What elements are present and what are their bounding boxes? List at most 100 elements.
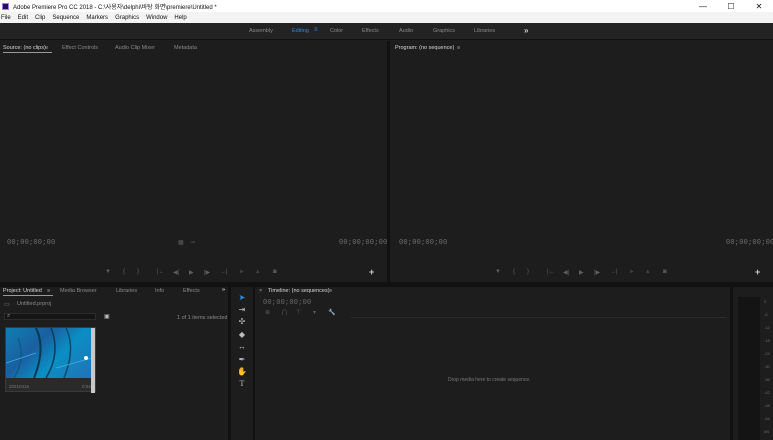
maximize-button[interactable]: ☐ (717, 0, 745, 12)
fit-icon[interactable]: ▦ (178, 239, 184, 246)
source-add-button[interactable]: + (369, 267, 374, 277)
meter-tick: -42 (764, 390, 770, 395)
active-tab-indicator (3, 52, 52, 53)
timeline-timecode[interactable]: 00;00;00;00 (263, 299, 311, 307)
step-forward-icon[interactable]: |▶ (204, 269, 210, 276)
slip-tool-icon[interactable]: ↔ (237, 342, 247, 351)
go-to-out-icon[interactable]: →| (220, 269, 228, 275)
menu-sequence[interactable]: Sequence (52, 15, 79, 21)
project-tabs-overflow-icon[interactable]: » (222, 287, 225, 293)
menu-edit[interactable]: Edit (18, 15, 28, 21)
program-tab-menu-icon[interactable]: ≡ (457, 45, 460, 51)
timeline-settings-icon[interactable]: 🔧 (328, 309, 335, 316)
add-marker-icon[interactable]: ▼ (495, 269, 501, 275)
step-forward-icon[interactable]: |▶ (594, 269, 600, 276)
export-frame-icon[interactable]: ◙ (663, 269, 667, 275)
tab-source[interactable]: Source: (no clips) (3, 45, 46, 51)
tab-media-browser[interactable]: Media Browser (60, 288, 97, 294)
tab-libraries[interactable]: Libraries (116, 288, 137, 294)
new-bin-icon[interactable]: ▣ (104, 313, 110, 320)
tab-effects[interactable]: Effects (183, 288, 200, 294)
mark-out-icon[interactable]: } (137, 269, 139, 275)
lift-icon[interactable]: ⫸ (630, 269, 633, 276)
workspace-graphics[interactable]: Graphics (433, 28, 455, 34)
track-select-tool-icon[interactable]: ⇥ (237, 305, 247, 314)
meter-tick: -24 (764, 351, 770, 356)
tab-timeline[interactable]: Timeline: (no sequences) (268, 288, 330, 294)
project-tab-menu-icon[interactable]: ≡ (47, 288, 50, 294)
close-button[interactable]: ✕ (745, 0, 773, 12)
meter-tick: dB (764, 429, 769, 434)
tab-metadata[interactable]: Metadata (174, 45, 197, 51)
mark-in-icon[interactable]: { (513, 269, 515, 275)
extract-icon[interactable]: ⩓ (646, 269, 649, 276)
meter-tick: -30 (764, 364, 770, 369)
go-to-out-icon[interactable]: →| (610, 269, 618, 275)
program-monitor-panel: Program: (no sequence) ≡ 00;00;00;00 00;… (390, 41, 773, 282)
title-bar: Adobe Premiere Pro CC 2018 - C:\사용자\delp… (0, 0, 773, 12)
go-to-in-icon[interactable]: |← (547, 269, 555, 275)
tab-project[interactable]: Project: Untitled (3, 288, 42, 294)
type-tool-icon[interactable]: T (237, 379, 247, 388)
project-search-input[interactable]: ⌕ (4, 313, 96, 320)
menu-help[interactable]: Help (174, 15, 186, 21)
window-controls: — ☐ ✕ (689, 0, 773, 12)
timeline-tab-menu-icon[interactable]: ≡ (329, 288, 332, 294)
play-icon[interactable]: ▶ (579, 269, 584, 276)
window-title: Adobe Premiere Pro CC 2018 - C:\사용자\delp… (13, 4, 217, 11)
tab-effect-controls[interactable]: Effect Controls (62, 45, 98, 51)
project-file-name: Untitled.prproj (17, 301, 52, 307)
workspace-libraries[interactable]: Libraries (474, 28, 495, 34)
mark-in-icon[interactable]: { (123, 269, 125, 275)
timeline-close-icon[interactable]: × (259, 288, 262, 294)
timeline-panel: × Timeline: (no sequences) ≡ 00;00;00;00… (255, 287, 730, 440)
premiere-app-icon (2, 2, 9, 10)
minimize-button[interactable]: — (689, 0, 717, 12)
razor-tool-icon[interactable]: ◆ (237, 330, 247, 339)
tab-program[interactable]: Program: (no sequence) (395, 45, 454, 51)
step-back-icon[interactable]: ◀| (563, 269, 569, 276)
wrench-icon[interactable]: ⊸ (190, 239, 195, 246)
program-timecode-left[interactable]: 00;00;00;00 (399, 239, 447, 247)
clip-preview-image (6, 328, 92, 378)
add-marker-icon[interactable]: ▼ (105, 269, 111, 275)
program-timecode-right: 00;00;00;00 (726, 239, 773, 247)
mark-out-icon[interactable]: } (527, 269, 529, 275)
meter-tick: -36 (764, 377, 770, 382)
clip-thumbnail[interactable]: 20210415 0:04 (5, 327, 96, 393)
tab-audio-clip-mixer[interactable]: Audio Clip Mixer (115, 45, 155, 51)
source-tab-menu-icon[interactable]: ≡ (45, 45, 48, 51)
export-frame-icon[interactable]: ◙ (273, 269, 277, 275)
tab-info[interactable]: Info (155, 288, 164, 294)
step-back-icon[interactable]: ◀| (173, 269, 179, 276)
menu-graphics[interactable]: Graphics (115, 15, 139, 21)
source-timecode-left[interactable]: 00;00;00;00 (7, 239, 55, 247)
program-add-button[interactable]: + (755, 267, 760, 277)
workspace-effects[interactable]: Effects (362, 28, 379, 34)
menu-markers[interactable]: Markers (86, 15, 108, 21)
menu-window[interactable]: Window (146, 15, 167, 21)
workspace-assembly[interactable]: Assembly (249, 28, 273, 34)
play-icon[interactable]: ▶ (189, 269, 194, 276)
timeline-drop-message: Drop media here to create sequence. (448, 377, 531, 383)
insert-icon[interactable]: ⫸ (240, 269, 243, 276)
selection-tool-icon[interactable]: ➤ (237, 293, 247, 302)
workspaces-overflow-icon[interactable]: » (524, 26, 528, 35)
workspace-audio[interactable]: Audio (399, 28, 413, 34)
workspace-menu-icon[interactable]: ≡ (314, 27, 318, 33)
add-marker-icon[interactable]: ▾ (313, 309, 316, 316)
menu-clip[interactable]: Clip (35, 15, 45, 21)
workspace-color[interactable]: Color (330, 28, 343, 34)
pen-tool-icon[interactable]: ✒ (237, 355, 247, 364)
go-to-in-icon[interactable]: |← (157, 269, 165, 275)
menu-file[interactable]: File (1, 15, 11, 21)
snap-icon[interactable]: ⋂ (282, 309, 287, 316)
ripple-edit-tool-icon[interactable]: ✣ (237, 317, 247, 326)
overwrite-icon[interactable]: ⩓ (256, 269, 259, 276)
linked-selection-icon[interactable]: ⊤ (296, 309, 301, 316)
search-icon: ⌕ (7, 313, 11, 319)
nest-icon[interactable]: ⊕ (265, 309, 270, 316)
hand-tool-icon[interactable]: ✋ (237, 367, 247, 376)
workspace-editing[interactable]: Editing (292, 28, 309, 34)
clip-scrub-handle[interactable] (91, 328, 95, 393)
